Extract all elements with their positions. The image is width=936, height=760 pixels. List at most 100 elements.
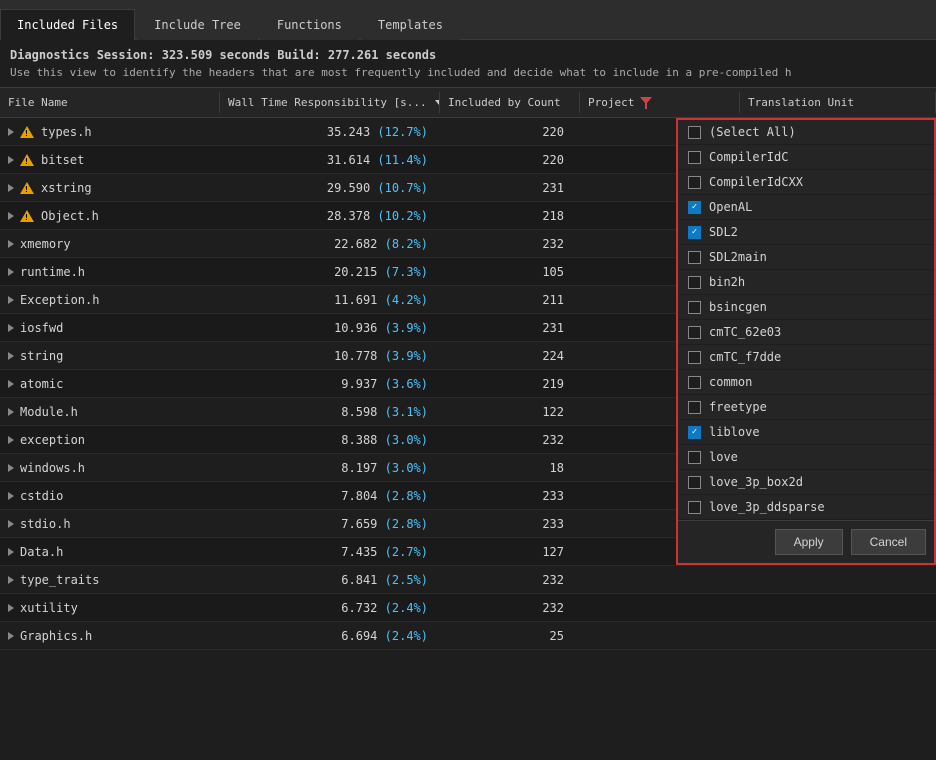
wall-time-percent: (2.5%)	[385, 573, 428, 587]
warning-icon: !	[20, 182, 34, 194]
expand-arrow-icon[interactable]	[8, 296, 14, 304]
wall-time-value: 7.659	[341, 517, 384, 531]
cell-included-count: 25	[440, 625, 580, 647]
wall-time-value: 6.841	[341, 573, 384, 587]
expand-arrow-icon[interactable]	[8, 128, 14, 136]
dropdown-item[interactable]: bin2h	[678, 270, 934, 295]
apply-button[interactable]: Apply	[775, 529, 843, 555]
dropdown-list[interactable]: (Select All) CompilerIdC CompilerIdCXXOpen…	[678, 120, 934, 520]
cell-included-count: 220	[440, 149, 580, 171]
dropdown-item[interactable]: love_3p_box2d	[678, 470, 934, 495]
cell-wall-time: 7.435 (2.7%)	[220, 541, 440, 563]
cell-included-count: 127	[440, 541, 580, 563]
file-name-label: runtime.h	[20, 265, 85, 279]
wall-time-value: 7.804	[341, 489, 384, 503]
project-checkbox[interactable]	[688, 176, 701, 189]
cell-included-count: 224	[440, 345, 580, 367]
dropdown-item[interactable]: love	[678, 445, 934, 470]
cell-included-count: 231	[440, 177, 580, 199]
expand-arrow-icon[interactable]	[8, 380, 14, 388]
tab-included-files[interactable]: Included Files	[0, 9, 135, 40]
cell-file: exception	[0, 429, 220, 451]
project-checkbox[interactable]	[688, 276, 701, 289]
project-label: (Select All)	[709, 125, 796, 139]
project-checkbox[interactable]	[688, 501, 701, 514]
project-checkbox[interactable]	[688, 201, 701, 214]
project-checkbox[interactable]	[688, 351, 701, 364]
tab-templates[interactable]: Templates	[361, 9, 460, 40]
col-header-count: Included by Count	[440, 92, 580, 113]
expand-arrow-icon[interactable]	[8, 464, 14, 472]
table-row[interactable]: type_traits6.841 (2.5%)232	[0, 566, 936, 594]
expand-arrow-icon[interactable]	[8, 184, 14, 192]
col-header-wall[interactable]: Wall Time Responsibility [s...	[220, 92, 440, 113]
dropdown-item[interactable]: SDL2	[678, 220, 934, 245]
file-name-label: Module.h	[20, 405, 78, 419]
tab-functions[interactable]: Functions	[260, 9, 359, 40]
dropdown-item[interactable]: CompilerIdCXX	[678, 170, 934, 195]
project-checkbox[interactable]	[688, 476, 701, 489]
cell-file: stdio.h	[0, 513, 220, 535]
cell-included-count: 105	[440, 261, 580, 283]
col-header-project[interactable]: Project	[580, 92, 740, 113]
dropdown-item[interactable]: freetype	[678, 395, 934, 420]
wall-time-value: 35.243	[327, 125, 378, 139]
dropdown-item[interactable]: common	[678, 370, 934, 395]
cell-file: xutility	[0, 597, 220, 619]
tab-include-tree[interactable]: Include Tree	[137, 9, 258, 40]
wall-time-value: 28.378	[327, 209, 378, 223]
dropdown-item[interactable]: SDL2main	[678, 245, 934, 270]
project-checkbox[interactable]	[688, 151, 701, 164]
table-row[interactable]: xutility6.732 (2.4%)232	[0, 594, 936, 622]
wall-time-percent: (2.4%)	[385, 601, 428, 615]
project-checkbox[interactable]	[688, 426, 701, 439]
file-name-label: Data.h	[20, 545, 63, 559]
dropdown-item[interactable]: cmTC_f7dde	[678, 345, 934, 370]
project-label: love_3p_box2d	[709, 475, 803, 489]
file-name-label: type_traits	[20, 573, 99, 587]
dropdown-item[interactable]: (Select All)	[678, 120, 934, 145]
project-checkbox[interactable]	[688, 376, 701, 389]
wall-time-percent: (2.8%)	[385, 517, 428, 531]
expand-arrow-icon[interactable]	[8, 212, 14, 220]
wall-time-value: 22.682	[334, 237, 385, 251]
dropdown-item[interactable]: OpenAL	[678, 195, 934, 220]
project-filter-dropdown: (Select All) CompilerIdC CompilerIdCXXOpen…	[676, 118, 936, 565]
column-header-row: File Name Wall Time Responsibility [s...…	[0, 88, 936, 118]
expand-arrow-icon[interactable]	[8, 576, 14, 584]
project-checkbox[interactable]	[688, 326, 701, 339]
expand-arrow-icon[interactable]	[8, 492, 14, 500]
expand-arrow-icon[interactable]	[8, 436, 14, 444]
expand-arrow-icon[interactable]	[8, 352, 14, 360]
cell-wall-time: 31.614 (11.4%)	[220, 149, 440, 171]
project-checkbox[interactable]	[688, 226, 701, 239]
project-checkbox[interactable]	[688, 301, 701, 314]
filter-icon[interactable]	[640, 97, 652, 109]
dropdown-item[interactable]: love_3p_ddsparse	[678, 495, 934, 520]
project-label: bin2h	[709, 275, 745, 289]
expand-arrow-icon[interactable]	[8, 604, 14, 612]
dropdown-item[interactable]: CompilerIdC	[678, 145, 934, 170]
expand-arrow-icon[interactable]	[8, 520, 14, 528]
dropdown-item[interactable]: liblove	[678, 420, 934, 445]
cell-file: iosfwd	[0, 317, 220, 339]
table-row[interactable]: Graphics.h6.694 (2.4%)25	[0, 622, 936, 650]
expand-arrow-icon[interactable]	[8, 324, 14, 332]
wall-time-percent: (8.2%)	[385, 237, 428, 251]
expand-arrow-icon[interactable]	[8, 408, 14, 416]
project-label: CompilerIdC	[709, 150, 788, 164]
cancel-button[interactable]: Cancel	[851, 529, 926, 555]
expand-arrow-icon[interactable]	[8, 156, 14, 164]
dropdown-item[interactable]: cmTC_62e03	[678, 320, 934, 345]
project-checkbox[interactable]	[688, 401, 701, 414]
expand-arrow-icon[interactable]	[8, 240, 14, 248]
cell-wall-time: 28.378 (10.2%)	[220, 205, 440, 227]
expand-arrow-icon[interactable]	[8, 548, 14, 556]
expand-arrow-icon[interactable]	[8, 268, 14, 276]
project-checkbox[interactable]	[688, 451, 701, 464]
project-checkbox[interactable]	[688, 126, 701, 139]
dropdown-item[interactable]: bsincgen	[678, 295, 934, 320]
project-checkbox[interactable]	[688, 251, 701, 264]
expand-arrow-icon[interactable]	[8, 632, 14, 640]
wall-time-value: 6.694	[341, 629, 384, 643]
